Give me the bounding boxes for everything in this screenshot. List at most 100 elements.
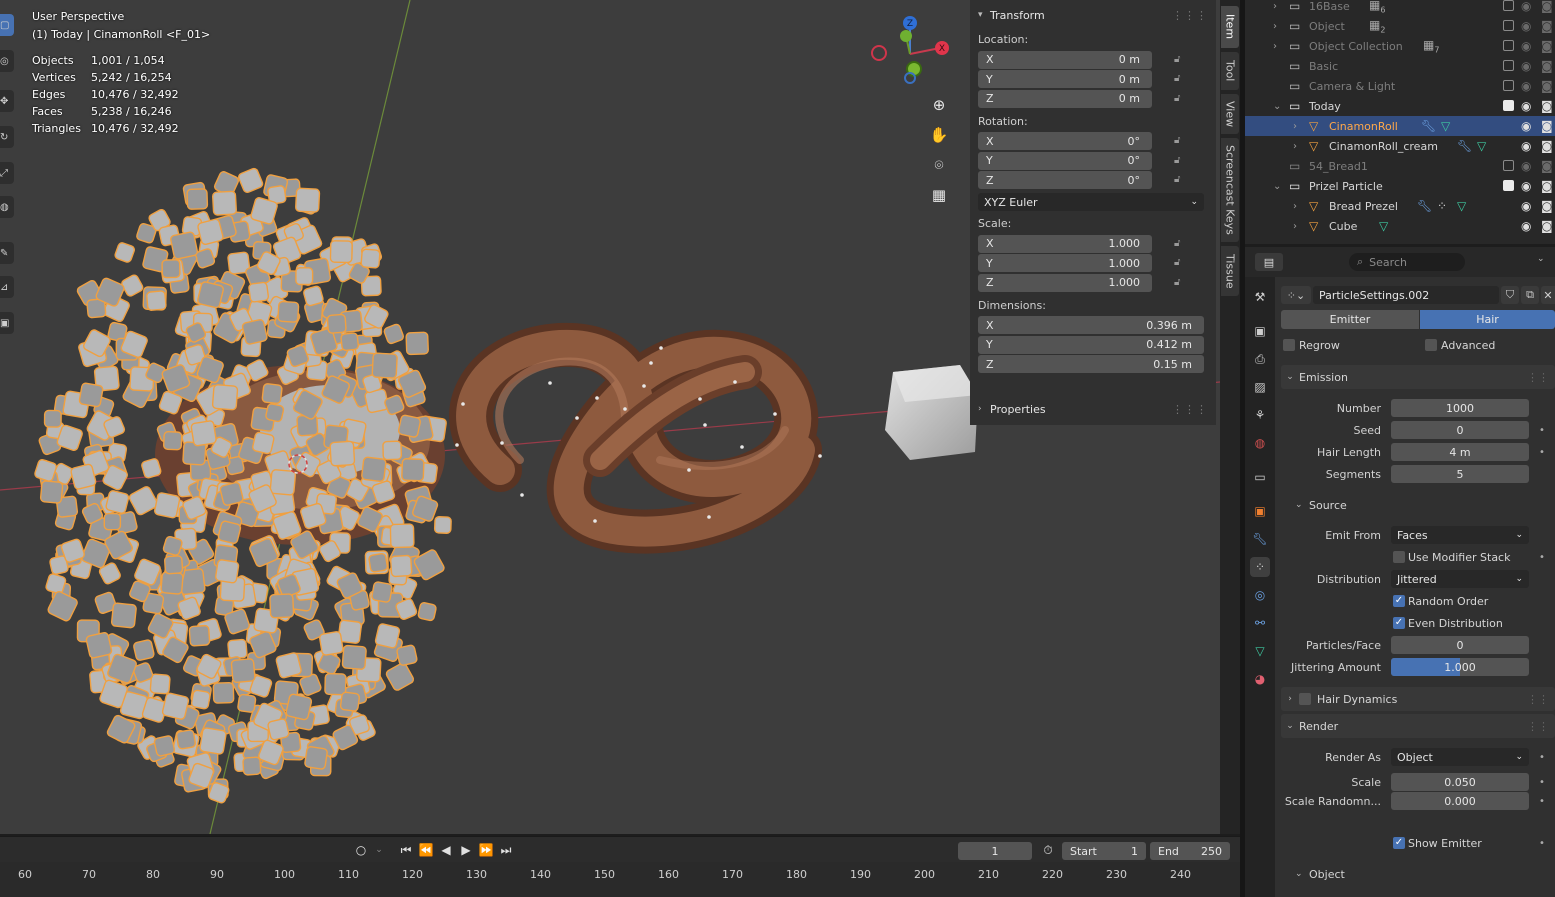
outliner-row-cinamonroll[interactable]: › ▽ CinamonRoll 🔧︎ ▽ ◉ ◙	[1245, 116, 1555, 136]
chevron-right-icon[interactable]: ›	[1293, 221, 1297, 232]
jittering-amount-slider[interactable]: 1.000	[1391, 658, 1529, 676]
tab-view[interactable]: View	[1221, 94, 1239, 134]
annotate-tool-button[interactable]: ✎	[0, 242, 14, 264]
eye-icon[interactable]: ◉	[1521, 59, 1531, 73]
tab-tool[interactable]: Tool	[1221, 52, 1239, 90]
exclude-checkbox[interactable]	[1503, 60, 1514, 71]
eye-icon[interactable]: ◉	[1521, 199, 1531, 213]
render-camera-icon[interactable]: ◙	[1541, 219, 1553, 233]
keyframe-dot-icon[interactable]: •	[1539, 425, 1545, 436]
render-camera-icon[interactable]: ◙	[1541, 39, 1553, 53]
unlink-settings-button[interactable]: ✕	[1541, 286, 1555, 304]
hair-dynamics-checkbox[interactable]	[1299, 693, 1311, 705]
keyframe-dot-icon[interactable]: •	[1539, 447, 1545, 458]
type-hair-button[interactable]: Hair	[1420, 310, 1555, 329]
exclude-checkbox[interactable]	[1503, 180, 1514, 191]
distribution-dropdown[interactable]: Jittered ⌄	[1391, 570, 1529, 588]
rotate-tool-button[interactable]: ↻	[0, 126, 14, 148]
location-x-field[interactable]: X0 m	[978, 50, 1152, 69]
tab-item[interactable]: Item	[1221, 6, 1239, 48]
exclude-checkbox[interactable]	[1503, 20, 1514, 31]
type-emitter-button[interactable]: Emitter	[1281, 310, 1419, 329]
pan-view-button[interactable]: ✋	[925, 122, 953, 148]
lock-icon[interactable]: 🔓︎	[1174, 135, 1188, 147]
advanced-checkbox[interactable]	[1425, 339, 1437, 351]
duplicate-settings-button[interactable]: ⧉	[1521, 286, 1539, 304]
lock-icon[interactable]: 🔓︎	[1174, 277, 1188, 289]
zoom-view-button[interactable]: ⊕	[925, 92, 953, 118]
outliner-row-camera-light[interactable]: ▭ Camera & Light ◉ ◙	[1245, 76, 1555, 96]
outliner-row-54-bread1[interactable]: ▭ 54_Bread1 ◉ ◙	[1245, 156, 1555, 176]
exclude-checkbox[interactable]	[1503, 80, 1514, 91]
move-tool-button[interactable]: ✥	[0, 90, 14, 112]
tab-collection[interactable]: ▭	[1250, 467, 1270, 487]
chevron-right-icon[interactable]: ›	[1273, 21, 1277, 32]
tab-tissue[interactable]: Tissue	[1221, 246, 1239, 296]
current-frame-field[interactable]: 1	[958, 842, 1032, 860]
render-camera-icon[interactable]: ◙	[1541, 179, 1553, 193]
keying-dropdown[interactable]: ⌄	[372, 842, 386, 858]
scale-y-field[interactable]: Y 1.000	[978, 254, 1152, 273]
hair-dynamics-panel-header[interactable]: › Hair Dynamics ⋮⋮	[1281, 687, 1555, 711]
location-y-field[interactable]: Y0 m	[978, 70, 1152, 89]
tab-scene[interactable]: ⚘	[1250, 405, 1270, 425]
tab-tool-settings[interactable]: ⚒	[1250, 287, 1270, 307]
tab-output[interactable]: ⎙	[1250, 349, 1270, 369]
rotation-z-field[interactable]: Z 0°	[978, 171, 1152, 190]
scale-tool-button[interactable]: ⤢	[0, 162, 14, 184]
camera-view-button[interactable]: ⌾	[925, 152, 953, 178]
eye-icon[interactable]: ◉	[1521, 39, 1531, 53]
lock-icon[interactable]: 🔓︎	[1174, 238, 1188, 250]
measure-tool-button[interactable]: ⊿	[0, 276, 14, 298]
source-subpanel-header[interactable]: ⌄ Source	[1295, 495, 1347, 515]
scale-x-field[interactable]: X 1.000	[978, 234, 1152, 253]
properties-panel-header[interactable]: › Properties ⋮⋮⋮	[970, 394, 1216, 424]
jump-start-button[interactable]: ⏮	[398, 842, 414, 858]
render-camera-icon[interactable]: ◙	[1541, 159, 1553, 173]
tab-modifiers[interactable]: 🔧︎	[1250, 529, 1270, 549]
keyframe-dot-icon[interactable]: •	[1539, 552, 1545, 563]
properties-search-field[interactable]: ⌕ Search	[1349, 253, 1465, 271]
rotation-mode-dropdown[interactable]: XYZ Euler ⌄	[978, 193, 1204, 211]
render-as-dropdown[interactable]: Object ⌄	[1391, 748, 1529, 766]
chevron-right-icon[interactable]: ›	[1293, 121, 1297, 132]
exclude-checkbox[interactable]	[1503, 40, 1514, 51]
outliner-row-bread-prezel[interactable]: › ▽ Bread Prezel 🔧︎ ⁘ ▽ ◉ ◙	[1245, 196, 1555, 216]
drag-handle-icon[interactable]: ⋮⋮	[1527, 693, 1549, 706]
dimensions-y-field[interactable]: Y 0.412 m	[978, 335, 1204, 354]
render-camera-icon[interactable]: ◙	[1541, 99, 1553, 113]
outliner-row-cinamonroll-cream[interactable]: › ▽ CinamonRoll_cream 🔧︎ ▽ ◉ ◙	[1245, 136, 1555, 156]
render-camera-icon[interactable]: ◙	[1541, 199, 1553, 213]
navigation-gizmo[interactable]: Z X	[868, 12, 958, 92]
transform-panel-header[interactable]: ▾ Transform ⋮⋮⋮	[970, 0, 1216, 30]
scale-randomness-field[interactable]: 0.000	[1391, 792, 1529, 810]
keyframe-dot-icon[interactable]: •	[1539, 796, 1545, 807]
tab-particles[interactable]: ⁘	[1250, 557, 1270, 577]
hair-length-field[interactable]: 4 m	[1391, 443, 1529, 461]
3d-viewport[interactable]: ▢ ◎ ✥ ↻ ⤢ ◍ ✎ ⊿ ▣ User Perspective (1) T…	[0, 0, 1220, 834]
render-panel-header[interactable]: ⌄ Render ⋮⋮	[1281, 714, 1555, 738]
lock-icon[interactable]: 🔓︎	[1174, 174, 1188, 186]
drag-handle-icon[interactable]: ⋮⋮⋮	[1172, 403, 1208, 416]
tab-physics[interactable]: ◎	[1250, 585, 1270, 605]
emission-panel-header[interactable]: ⌄ Emission ⋮⋮	[1281, 365, 1555, 389]
lock-icon[interactable]: 🔓︎	[1174, 257, 1188, 269]
tab-object[interactable]: ▣	[1250, 501, 1270, 521]
eye-icon[interactable]: ◉	[1521, 179, 1531, 193]
fake-user-button[interactable]: ⛉	[1501, 286, 1519, 304]
scale-z-field[interactable]: Z 1.000	[978, 273, 1152, 292]
chevron-right-icon[interactable]: ›	[1293, 141, 1297, 152]
drag-handle-icon[interactable]: ⋮⋮⋮	[1172, 9, 1208, 22]
outliner-row-today[interactable]: ⌄ ▭ Today ◉ ◙	[1245, 96, 1555, 116]
use-modifier-stack-checkbox[interactable]	[1393, 551, 1405, 563]
tab-data[interactable]: ▽	[1250, 641, 1270, 661]
chevron-right-icon[interactable]: ›	[1273, 1, 1277, 12]
outliner-row-prizel-particle[interactable]: ⌄ ▭ Prizel Particle ◉ ◙	[1245, 176, 1555, 196]
eye-icon[interactable]: ◉	[1521, 139, 1531, 153]
render-camera-icon[interactable]: ◙	[1541, 0, 1553, 13]
outliner-row-16base[interactable]: › ▭ 16Base ▦6 ◉ ◙	[1245, 0, 1555, 16]
keyframe-dot-icon[interactable]: •	[1539, 752, 1545, 763]
tab-material[interactable]: ◕	[1250, 669, 1270, 689]
chevron-right-icon[interactable]: ›	[1273, 41, 1277, 52]
chevron-down-icon[interactable]: ⌄	[1273, 181, 1281, 192]
